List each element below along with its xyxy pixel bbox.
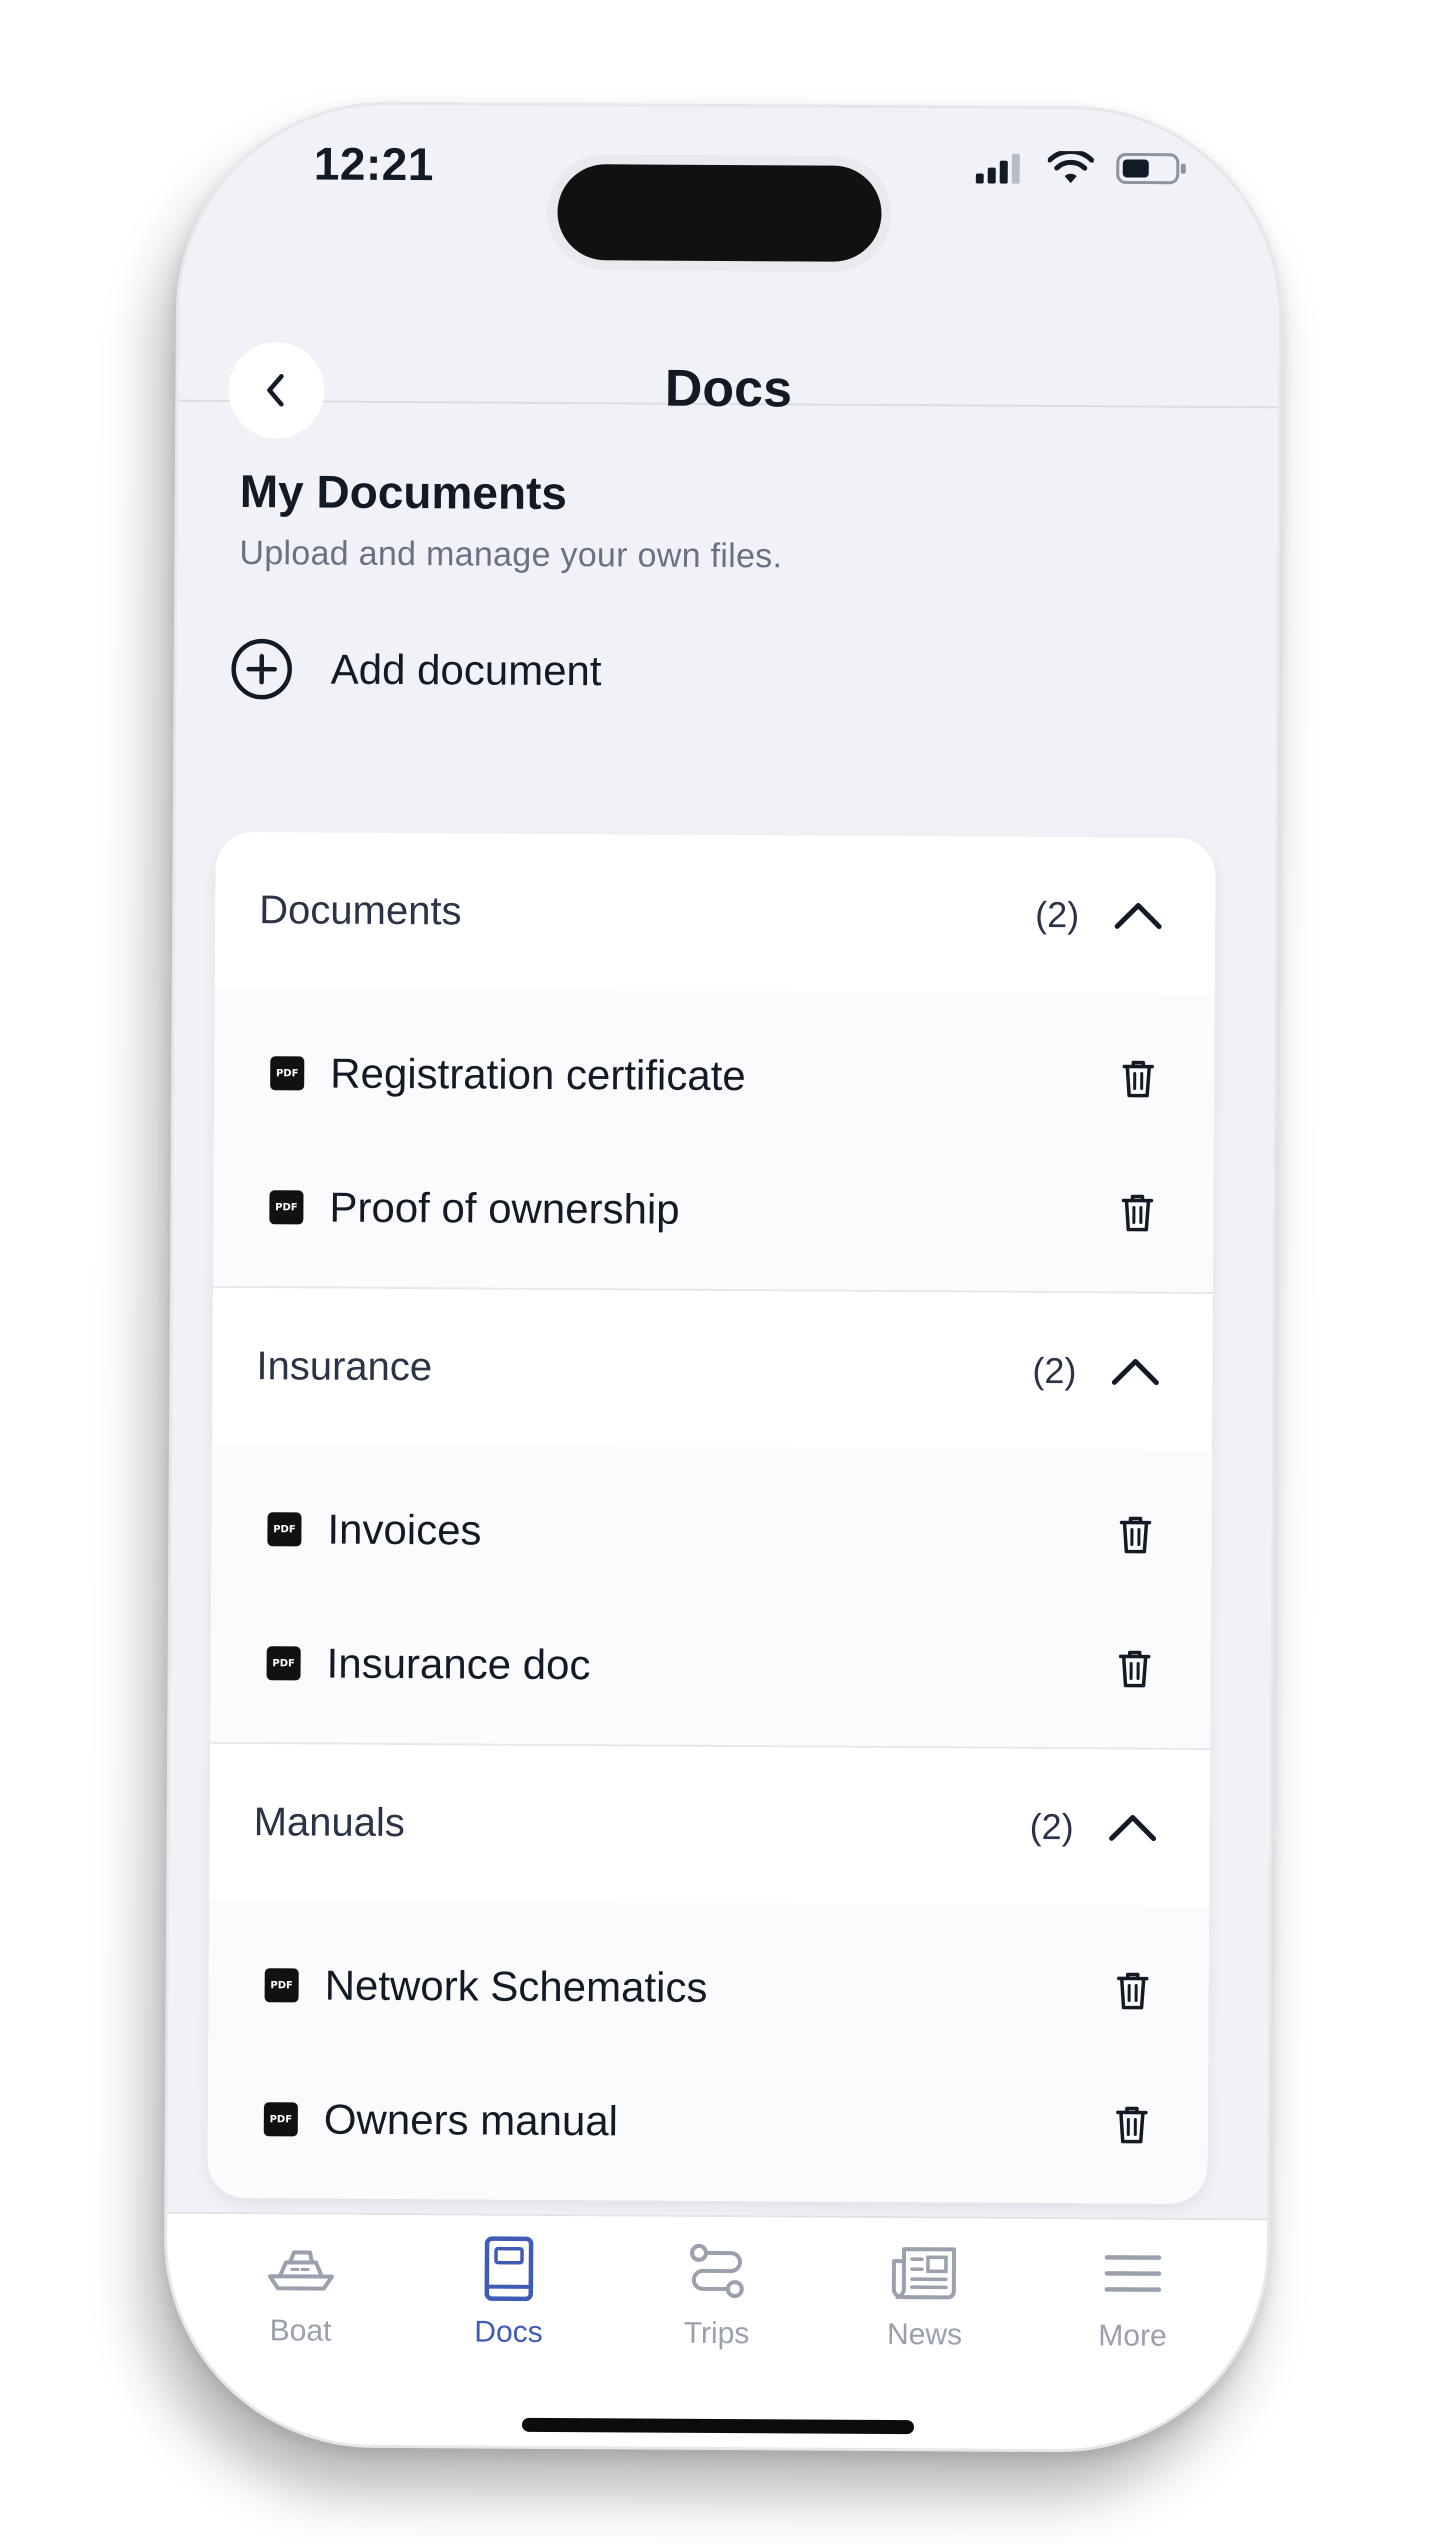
group-items: PDF Network Schematics PDF Owners manual [207,1899,1210,2204]
group-name: Manuals [253,1799,405,1845]
document-row[interactable]: PDF Proof of ownership [213,1140,1214,1280]
pdf-icon: PDF [267,1512,302,1547]
status-time: 12:21 [313,137,435,191]
delete-button[interactable] [1113,1188,1161,1236]
tab-label: More [1098,2319,1167,2353]
pdf-icon: PDF [269,1190,304,1225]
add-document-button[interactable]: Add document [229,636,602,704]
group-count: (2) [1032,1349,1077,1392]
boat-icon [261,2228,341,2308]
section-title: My Documents [239,465,568,520]
group-count: (2) [1029,1805,1074,1848]
document-row[interactable]: PDF Network Schematics [208,1918,1209,2058]
pdf-icon: PDF [263,2102,298,2137]
delete-button[interactable] [1108,2100,1156,2148]
trash-icon [1116,2106,1148,2144]
tab-label: News [886,2318,963,2352]
phone-frame: 12:21 Docs My Documents Upload and manag… [162,100,1284,2454]
document-name: Network Schematics [324,1961,708,2011]
document-row[interactable]: PDF Insurance doc [210,1596,1211,1736]
delete-button[interactable] [1110,1644,1158,1692]
group-documents: Documents (2) PDF Registration certifica… [212,831,1216,1292]
group-items: PDF Invoices PDF Insurance doc [210,1443,1212,1748]
document-name: Owners manual [323,2095,619,2145]
pdf-icon: PDF [264,1968,299,2003]
wifi-icon [1047,150,1094,184]
newspaper-icon [885,2232,965,2312]
document-name: Proof of ownership [329,1183,680,1233]
document-name: Registration certificate [330,1049,746,1100]
tab-list: Boat Docs Trips News More [166,2228,1267,2355]
book-icon [469,2229,549,2309]
tab-boat[interactable]: Boat [210,2228,391,2349]
trash-icon [1116,1972,1149,2010]
group-items: PDF Registration certificate PDF Proof o… [212,987,1215,1292]
nav-header: Docs [178,253,1280,439]
pdf-icon: PDF [266,1646,301,1681]
pdf-icon: PDF [270,1056,305,1091]
dynamic-island [557,163,882,262]
battery-icon [1116,152,1186,185]
tab-docs[interactable]: Docs [418,2229,599,2350]
route-icon [677,2231,757,2311]
home-indicator [521,2417,915,2435]
document-row[interactable]: PDF Owners manual [207,2052,1208,2192]
menu-icon [1093,2233,1173,2313]
documents-card: Documents (2) PDF Registration certifica… [207,831,1216,2204]
tab-label: Boat [269,2314,332,2348]
cellular-signal-icon [975,153,1020,184]
group-header-documents[interactable]: Documents (2) [214,831,1216,994]
chevron-up-icon [1109,1815,1157,1842]
chevron-up-icon [1114,903,1162,930]
section-subtitle: Upload and manage your own files. [239,534,783,576]
trash-icon [1119,1516,1152,1554]
delete-button[interactable] [1114,1054,1162,1102]
group-insurance: Insurance (2) PDF Invoices PDF Insurance… [210,1285,1213,1748]
page-title: Docs [664,359,793,419]
group-name: Insurance [256,1343,433,1389]
plus-circle-icon [231,638,292,700]
tab-more[interactable]: More [1042,2233,1223,2354]
group-header-manuals[interactable]: Manuals (2) [209,1743,1211,1906]
trash-icon [1121,1194,1154,1232]
group-name: Documents [259,887,462,933]
trash-icon [1122,1060,1155,1098]
document-name: Insurance doc [326,1639,591,1689]
status-icons [975,150,1188,186]
add-document-label: Add document [330,645,602,695]
tab-label: Docs [474,2315,543,2349]
document-name: Invoices [327,1505,482,1554]
tab-label: Trips [683,2316,750,2351]
status-bar: 12:21 [179,104,1280,262]
delete-button[interactable] [1111,1510,1159,1558]
group-count: (2) [1035,893,1080,936]
bottom-tab-bar: Boat Docs Trips News More [165,2211,1268,2453]
group-manuals: Manuals (2) PDF Network Schematics PDF O… [207,1741,1211,2204]
document-row[interactable]: PDF Invoices [211,1462,1212,1602]
chevron-up-icon [1111,1359,1159,1386]
group-header-insurance[interactable]: Insurance (2) [211,1287,1213,1450]
delete-button[interactable] [1109,1966,1157,2014]
tab-trips[interactable]: Trips [626,2230,807,2351]
trash-icon [1118,1650,1151,1688]
tab-news[interactable]: News [834,2232,1015,2353]
document-row[interactable]: PDF Registration certificate [214,1006,1215,1146]
